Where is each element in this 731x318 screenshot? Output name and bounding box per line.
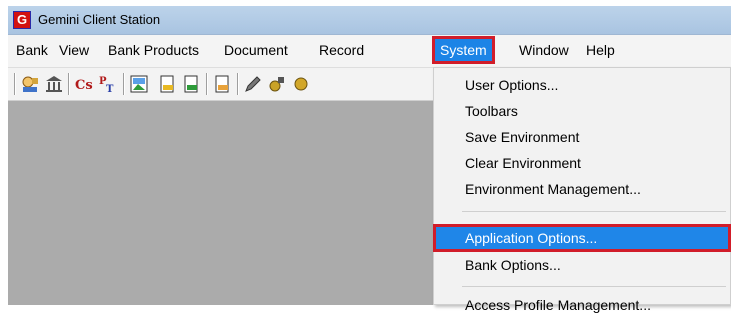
menu-bank-products[interactable]: Bank Products — [103, 39, 204, 61]
user-bank-icon[interactable] — [20, 74, 40, 94]
gear-icon[interactable] — [291, 74, 311, 94]
toolbar-separator — [237, 73, 239, 95]
document-out-icon[interactable] — [157, 74, 177, 94]
menu-bar: Bank View Bank Products Document Record … — [8, 35, 731, 68]
tools-icon[interactable] — [267, 74, 287, 94]
menu-separator — [462, 286, 726, 287]
toolbar-separator — [123, 73, 125, 95]
window-title: Gemini Client Station — [38, 12, 161, 27]
toolbar-grip — [14, 73, 16, 95]
cs-icon[interactable]: Cs — [74, 74, 94, 94]
app-logo-icon: G — [13, 11, 31, 29]
menu-bank[interactable]: Bank — [11, 39, 53, 61]
menu-separator — [462, 211, 726, 212]
document-in-icon[interactable] — [181, 74, 201, 94]
title-bar: G Gemini Client Station — [8, 6, 731, 35]
menu-item-access-profile-management[interactable]: Access Profile Management... — [434, 292, 730, 318]
image-icon[interactable] — [129, 74, 149, 94]
document-temp-icon[interactable] — [212, 74, 232, 94]
edit-icon[interactable] — [243, 74, 263, 94]
menu-system[interactable]: System — [432, 36, 495, 64]
toolbar-separator — [206, 73, 208, 95]
menu-item-toolbars[interactable]: Toolbars — [434, 98, 730, 124]
menu-help[interactable]: Help — [581, 39, 620, 61]
menu-item-environment-management[interactable]: Environment Management... — [434, 176, 730, 202]
menu-item-save-environment[interactable]: Save Environment — [434, 124, 730, 150]
bank-building-icon[interactable] — [44, 74, 64, 94]
menu-item-application-options[interactable]: Application Options... — [433, 224, 731, 252]
menu-view[interactable]: View — [54, 39, 94, 61]
menu-item-user-options[interactable]: User Options... — [434, 72, 730, 98]
toolbar-separator — [68, 73, 70, 95]
menu-item-clear-environment[interactable]: Clear Environment — [434, 150, 730, 176]
pt-icon[interactable]: PT — [98, 74, 118, 94]
svg-text:Cs: Cs — [75, 78, 93, 93]
svg-text:T: T — [106, 84, 114, 94]
menu-window[interactable]: Window — [514, 39, 574, 61]
menu-document[interactable]: Document — [219, 39, 293, 61]
menu-item-bank-options[interactable]: Bank Options... — [434, 252, 730, 278]
menu-record[interactable]: Record — [314, 39, 369, 61]
system-menu-dropdown: User Options... Toolbars Save Environmen… — [433, 67, 731, 313]
